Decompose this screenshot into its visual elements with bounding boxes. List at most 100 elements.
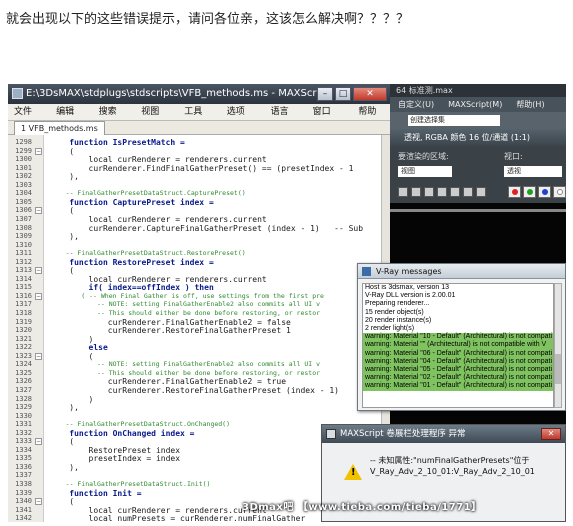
menu-item[interactable]: 工具(T) <box>184 104 214 134</box>
menu-item[interactable]: 搜索(S) <box>99 104 130 134</box>
warning-line: warning: Material "05 - Default" (Archit… <box>363 366 553 375</box>
fold-toggle-icon[interactable]: − <box>35 498 42 506</box>
line-number: 1301 <box>15 163 32 172</box>
line-number-gutter: 1298 1299−1300 1301 1302 1303 1304 1305 1306−13… <box>8 135 44 522</box>
editor-titlebar[interactable]: E:\3DsMAX\stdplugs\stdscripts\VFB_method… <box>8 84 390 104</box>
line-number: 1320 <box>15 326 32 335</box>
log-line: 15 render object(s) <box>365 308 424 316</box>
line-number: 1338 <box>15 480 32 488</box>
editor-title: E:\3DsMAX\stdplugs\stdscripts\VFB_method… <box>26 88 330 99</box>
menu-item[interactable]: 窗口(W) <box>313 104 347 134</box>
selection-set-dropdown[interactable]: 创建选择集 <box>408 115 500 126</box>
line-number: 1298 <box>15 138 32 146</box>
code-line: -- FinalGatherPresetDataStruct.CapturePr… <box>50 189 246 198</box>
viewport-dropdown[interactable]: 透视 <box>504 166 562 177</box>
vray-titlebar[interactable]: V-Ray messages <box>358 264 565 279</box>
line-number: 1332 <box>15 428 32 437</box>
line-number: 1314 <box>15 274 32 283</box>
code-line: curRenderer.CaptureFinalGatherPreset (in… <box>50 223 364 233</box>
warning-line: warning: Material "" (Architectural) is … <box>363 341 553 350</box>
menu-item[interactable]: 文件(F) <box>14 104 44 134</box>
warning-line: warning: Material "02 - Default" (Archit… <box>363 374 553 383</box>
line-number: 1335 <box>15 454 32 463</box>
channel-toggles <box>508 186 566 198</box>
error-line-2: V_Ray_Adv_2_10_01:V_Ray_Adv_2_10_01 <box>370 467 535 476</box>
fold-toggle-icon[interactable]: − <box>35 147 42 155</box>
code-line: ), <box>50 462 79 472</box>
print-icon[interactable] <box>463 187 473 197</box>
error-titlebar[interactable]: MAXScript 卷展栏处理程序 异常 ✕ <box>322 425 565 443</box>
save-icon[interactable] <box>424 187 434 197</box>
line-number: 1305 <box>15 197 32 206</box>
warning-icon <box>344 464 362 480</box>
close-icon[interactable]: ✕ <box>541 428 561 440</box>
line-number: 1330 <box>15 411 32 420</box>
area-dropdown[interactable]: 视图 <box>398 166 452 177</box>
log-line: 2 render light(s) <box>365 325 415 333</box>
region-icon[interactable] <box>411 187 421 197</box>
fold-toggle-icon[interactable]: − <box>35 267 42 275</box>
red-channel-icon[interactable] <box>508 186 521 198</box>
vray-icon <box>362 267 371 276</box>
error-line-1: -- 未知属性:"numFinalGatherPresets"位于 <box>370 456 530 465</box>
menu-item[interactable]: 语言(L) <box>271 104 301 134</box>
line-number: 1342 <box>15 514 32 522</box>
menu-item[interactable]: 帮助(H) <box>358 104 390 134</box>
fold-toggle-icon[interactable]: − <box>35 207 42 215</box>
editor-menubar: 文件(F) 编辑(E) 搜索(S) 视图(V) 工具(T) 选项(O) 语言(L) 窗口(W)… <box>8 104 390 134</box>
code-line: function CapturePreset index = <box>50 197 214 207</box>
max-toolbar: 创建选择集 <box>390 112 566 129</box>
copy-icon[interactable] <box>437 187 447 197</box>
line-number: 1336 <box>15 462 32 471</box>
clone-icon[interactable] <box>450 187 460 197</box>
maxscript-app-icon <box>12 88 23 99</box>
fold-toggle-icon[interactable]: − <box>35 352 42 360</box>
file-tab[interactable]: 1 VFB_methods.ms <box>14 121 105 136</box>
max-menu-item[interactable]: 自定义(U) <box>398 97 434 112</box>
clear-icon[interactable] <box>476 187 486 197</box>
vray-scrollbar[interactable] <box>554 283 562 408</box>
warning-line: warning: Material "10 - Default" (Archit… <box>363 333 553 342</box>
green-channel-icon[interactable] <box>523 186 536 198</box>
vray-log[interactable]: Host is 3dsmax, version 13 V-Ray DLL vers… <box>362 283 554 408</box>
render-window-title: 透视, RGBA 颜色 16 位/通道 (1:1) <box>390 129 566 146</box>
code-line: ), <box>50 403 79 413</box>
alpha-channel-icon[interactable] <box>553 186 566 198</box>
log-line: Preparing renderer... <box>365 300 430 308</box>
line-number: 1310 <box>15 240 32 249</box>
menu-item[interactable]: 选项(O) <box>227 104 259 134</box>
code-line: ), <box>50 232 79 242</box>
max-titlebar: 64 标准测.max <box>390 84 566 97</box>
viewport-label: 视口: <box>504 152 523 161</box>
maximize-icon[interactable]: □ <box>335 87 351 101</box>
line-number: 1303 <box>15 180 32 189</box>
fold-toggle-icon[interactable]: − <box>35 438 42 446</box>
vray-title: V-Ray messages <box>376 267 442 276</box>
menu-item[interactable]: 编辑(E) <box>56 104 87 134</box>
scroll-thumb[interactable] <box>555 354 561 384</box>
line-number: 1317 <box>15 300 32 309</box>
window-controls: – □ ✕ <box>317 87 387 101</box>
max-menu-item[interactable]: 帮助(H) <box>516 97 544 112</box>
max-menu-item[interactable]: MAXScript(M) <box>448 97 502 112</box>
minimize-icon[interactable]: – <box>317 87 333 101</box>
blue-channel-icon[interactable] <box>538 186 551 198</box>
question-text: 就会出现以下的这些错误提示，请问各位亲，这该怎么解决啊？？？？ <box>6 12 410 27</box>
screenshot: E:\3DsMAX\stdplugs\stdscripts\VFB_method… <box>8 84 566 522</box>
line-number: 1331 <box>15 420 32 429</box>
lock-icon[interactable] <box>398 187 408 197</box>
close-icon[interactable]: ✕ <box>353 87 387 101</box>
menu-item[interactable]: 视图(V) <box>141 104 172 134</box>
vray-messages-window: V-Ray messages Host is 3dsmax, version 1… <box>357 263 566 411</box>
error-message: -- 未知属性:"numFinalGatherPresets"位于 V_Ray_… <box>370 455 535 477</box>
line-number: 1327 <box>15 385 32 394</box>
code-line: ( -- When Final Gather is off, use setti… <box>50 291 324 300</box>
code-line: -- NOTE: setting FinalGatherEnable2 also… <box>50 360 321 369</box>
line-number: 1333 <box>15 437 32 446</box>
fold-toggle-icon[interactable]: − <box>35 292 42 300</box>
warning-line: warning: Material "04 - Default" (Archit… <box>363 357 553 367</box>
line-number: 1323 <box>15 351 32 360</box>
code-line: function RestorePreset index = <box>50 257 214 267</box>
log-line: Host is 3dsmax, version 13 <box>365 284 450 291</box>
log-line: 20 render instance(s) <box>365 316 432 324</box>
